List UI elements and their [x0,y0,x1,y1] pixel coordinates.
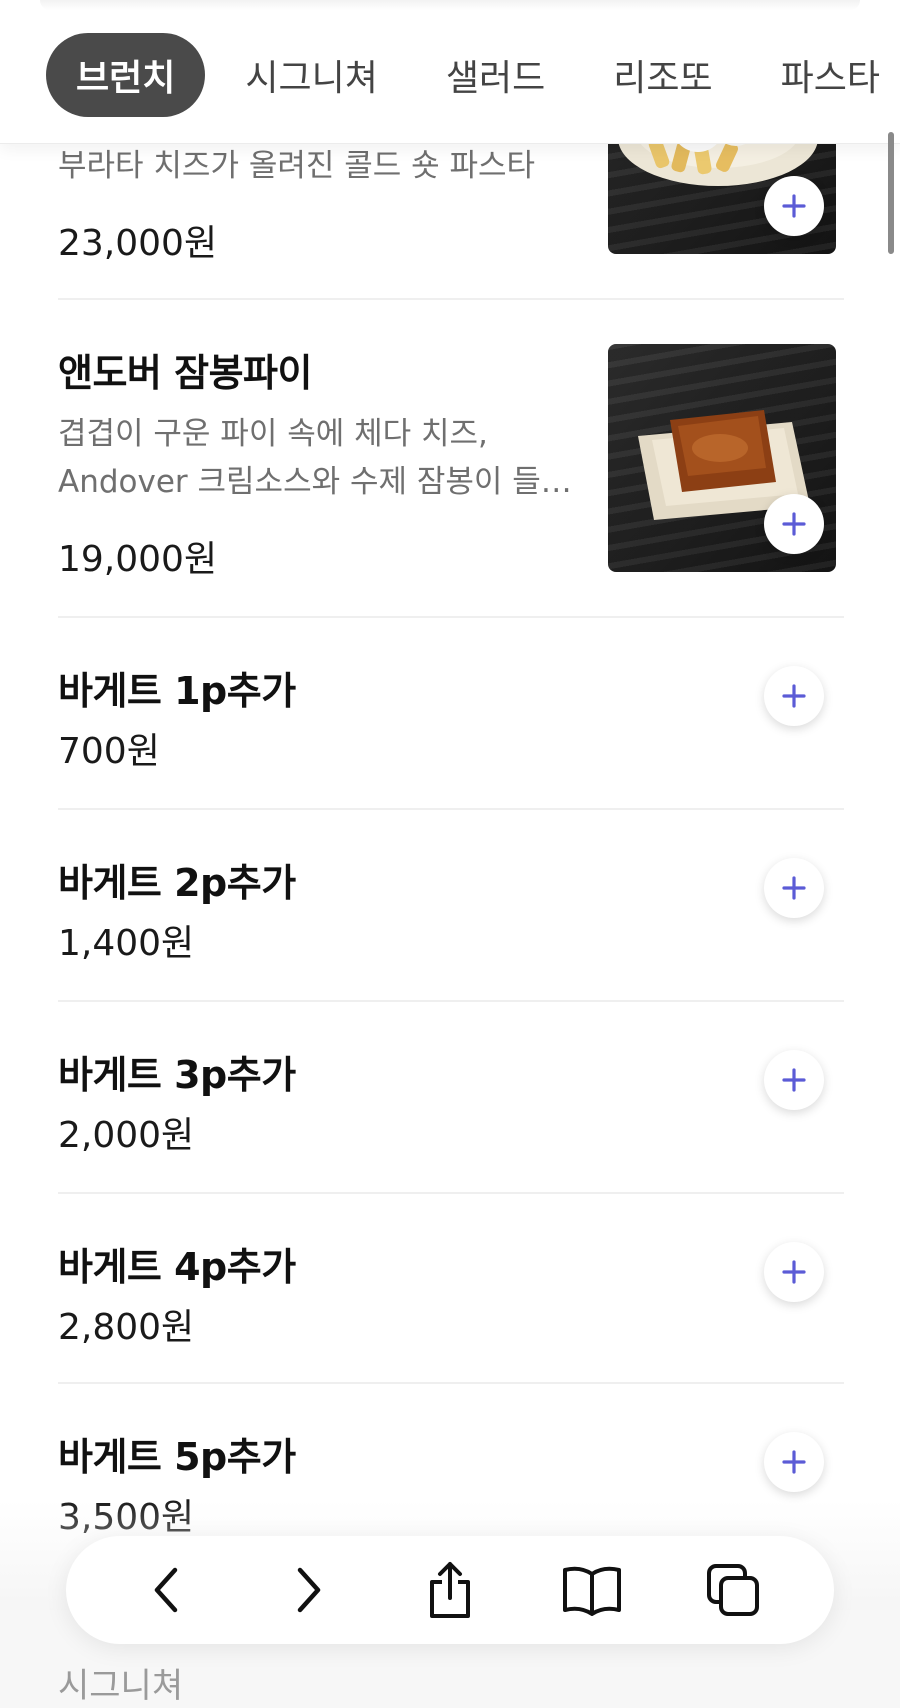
tabs-icon [707,1564,760,1616]
menu-item-price: 700원 [58,731,160,772]
plus-icon [782,194,806,218]
menu-item-name: 바게트 5p추가 [58,1435,296,1479]
add-button[interactable] [764,1050,824,1110]
tab-salad[interactable]: 샐러드 [418,33,573,117]
menu-item-price: 19,000원 [58,539,218,580]
share-icon [429,1562,470,1618]
menu-item-description: Andover 크림소스와 수제 잠봉이 들… [58,464,572,500]
menu-item[interactable]: 바게트 3p추가 2,000원 [58,1002,844,1194]
menu-item-price: 2,800원 [58,1307,195,1348]
top-strip [40,0,860,10]
category-tab-bar: 브런치 시그니쳐 샐러드 리조또 파스타 [0,0,900,144]
next-section-title: 시그니쳐 [58,1666,184,1706]
plus-icon [782,1260,806,1284]
menu-item[interactable]: 바게트 1p추가 700원 [58,618,844,810]
menu-item-price: 23,000원 [58,223,218,264]
add-button[interactable] [764,1242,824,1302]
share-button[interactable] [410,1550,490,1630]
scrollbar[interactable] [888,132,894,254]
menu-item-name: 바게트 2p추가 [58,861,296,905]
add-button[interactable] [764,666,824,726]
plus-icon [782,876,806,900]
tab-risotto[interactable]: 리조또 [585,33,740,117]
plus-icon [782,1450,806,1474]
add-button[interactable] [764,494,824,554]
forward-button[interactable] [268,1550,348,1630]
menu-item-description: 겹겹이 구운 파이 속에 체다 치즈, [58,416,488,452]
forward-icon [298,1567,321,1613]
back-button[interactable] [127,1550,207,1630]
back-icon [154,1567,178,1613]
tabs-button[interactable] [693,1550,773,1630]
menu-item-price: 2,000원 [58,1115,195,1156]
menu-item-name: 앤도버 잠봉파이 [58,351,312,395]
add-button[interactable] [764,1432,824,1492]
tab-brunch[interactable]: 브런치 [46,33,206,117]
menu-item[interactable]: 바게트 4p추가 2,800원 [58,1194,844,1384]
menu-item-name: 바게트 1p추가 [58,669,296,713]
add-button[interactable] [764,176,824,236]
bookmarks-button[interactable] [552,1550,632,1630]
menu-item-description: 부라타 치즈가 올려진 콜드 숏 파스타 [58,148,536,184]
bookmarks-icon [562,1566,621,1616]
tab-pasta[interactable]: 파스타 [753,33,900,117]
plus-icon [782,1068,806,1092]
browser-toolbar [66,1536,834,1644]
plus-icon [782,684,806,708]
tab-signature[interactable]: 시그니쳐 [217,33,405,117]
menu-item-price: 1,400원 [58,923,195,964]
add-button[interactable] [764,858,824,918]
menu-item[interactable]: 앤도버 잠봉파이 겹겹이 구운 파이 속에 체다 치즈, Andover 크림소… [58,300,844,618]
category-tabs: 브런치 시그니쳐 샐러드 리조또 파스타 [46,33,900,117]
menu-item-name: 바게트 3p추가 [58,1053,296,1097]
plus-icon [782,512,806,536]
menu-item[interactable]: 바게트 2p추가 1,400원 [58,810,844,1002]
menu-item-name: 바게트 4p추가 [58,1245,296,1289]
